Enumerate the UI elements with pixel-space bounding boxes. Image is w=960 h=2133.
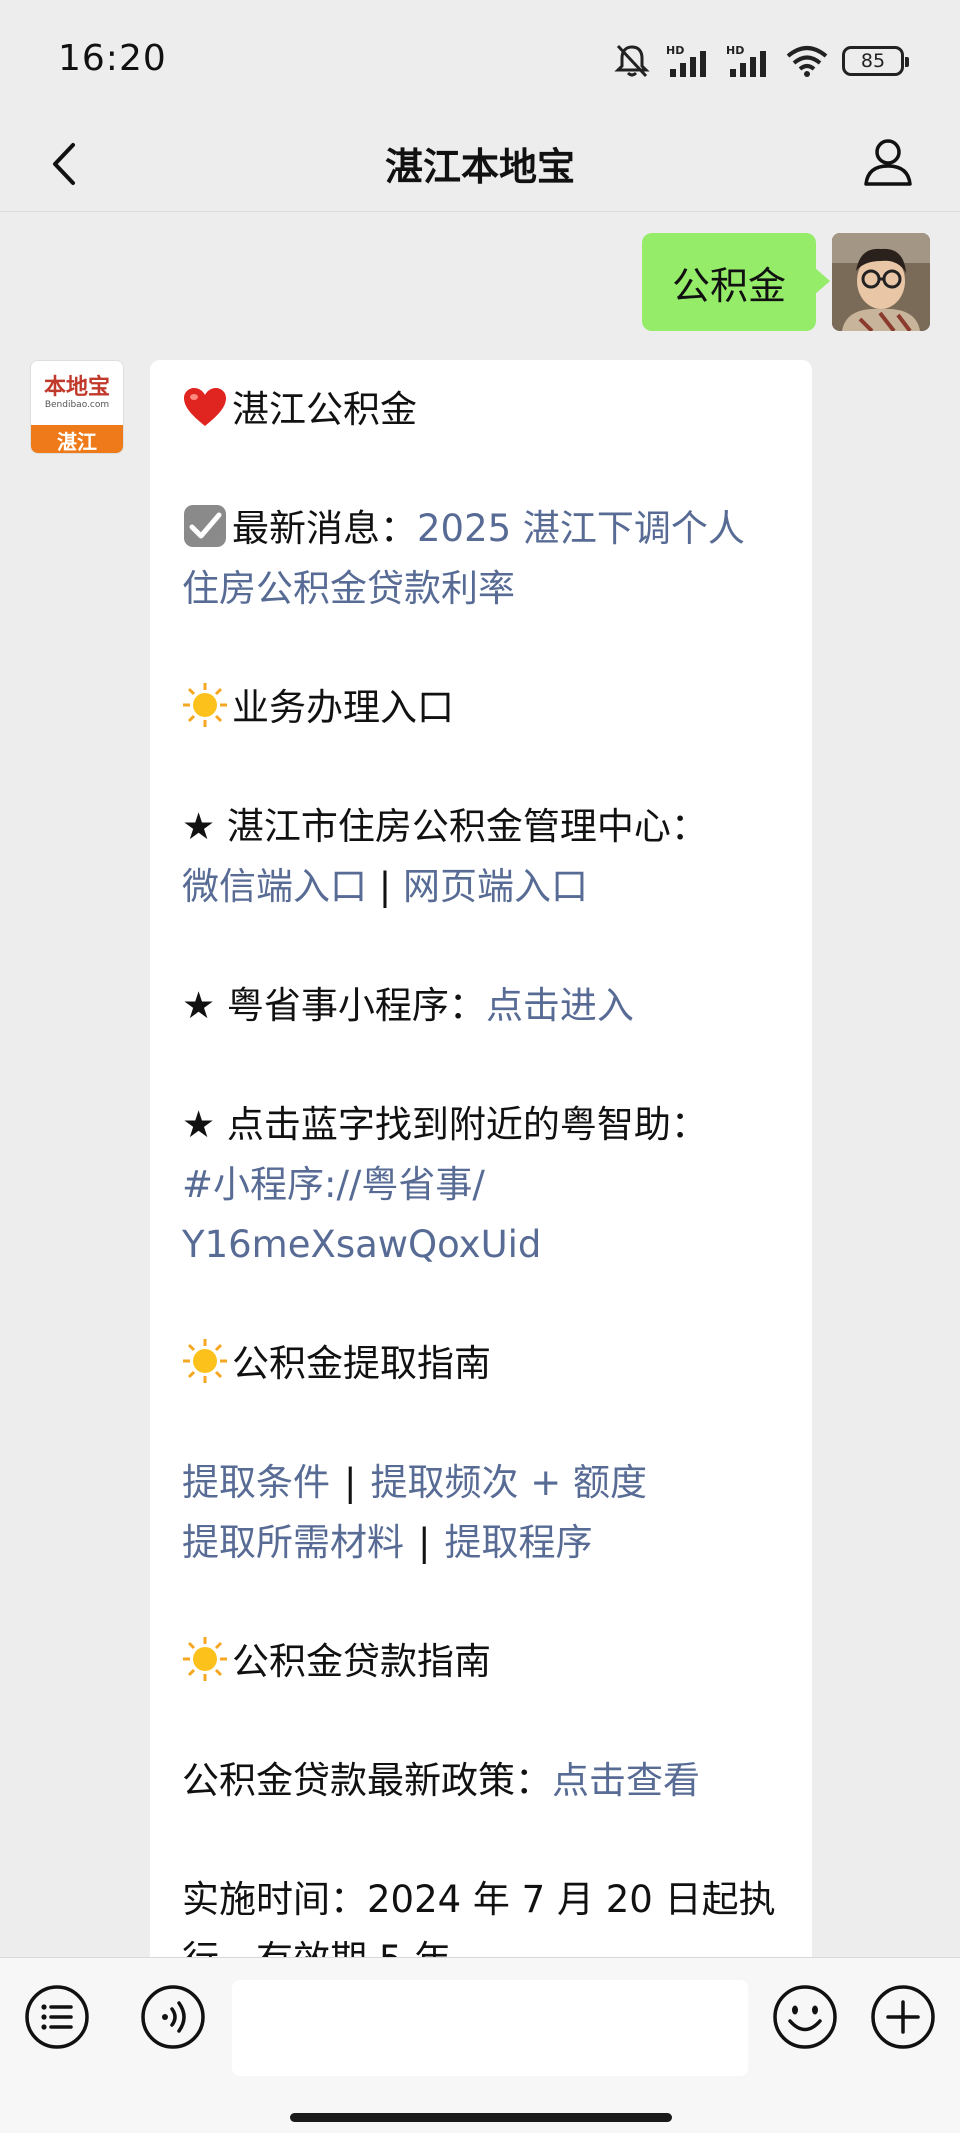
loan-policy-link[interactable]: 点击查看: [552, 1759, 700, 1802]
loan-policy-label: 公积金贷款最新政策：: [182, 1759, 552, 1802]
effective-date-line-1: 实施时间：2024 年 7 月 20 日起执: [182, 1878, 776, 1921]
section-withdraw-text: 公积金提取指南: [232, 1342, 491, 1385]
web-entry-link[interactable]: 网页端入口: [403, 865, 588, 908]
yss-label: ★ 粤省事小程序：: [182, 984, 486, 1027]
user-message-text: 公积金: [671, 263, 786, 308]
input-bar: [0, 1957, 960, 2133]
bot-avatar[interactable]: 本地宝 Bendibao.com 湛江: [30, 360, 124, 454]
check-box-icon: [184, 505, 226, 547]
status-time: 16:20: [58, 38, 167, 79]
voice-icon: [141, 1985, 205, 2049]
home-indicator[interactable]: [290, 2113, 672, 2122]
user-avatar[interactable]: [832, 233, 930, 331]
message-input[interactable]: [232, 1980, 748, 2076]
yss-line: ★ 粤省事小程序：点击进入: [182, 976, 784, 1036]
withdraw-materials-link[interactable]: 提取所需材料: [182, 1521, 404, 1564]
emoji-icon: [773, 1985, 837, 2049]
loan-policy-line: 公积金贷款最新政策：点击查看: [182, 1751, 784, 1811]
center-links-line: 微信端入口 | 网页端入口: [182, 857, 784, 917]
svg-text:HD: HD: [726, 44, 744, 57]
news-line-1: 最新消息：2025 湛江下调个人: [182, 499, 784, 559]
chat-area[interactable]: 公积金 本地宝 Bendibao.com 湛江 湛江公积金 最新消息：2025 …: [0, 213, 960, 1957]
withdraw-frequency-link[interactable]: 提取频次 + 额度: [370, 1461, 647, 1504]
withdraw-conditions-link[interactable]: 提取条件: [182, 1461, 330, 1504]
user-avatar-image: [832, 233, 930, 331]
user-message-bubble[interactable]: 公积金: [641, 233, 831, 331]
mute-bell-icon: [614, 44, 650, 78]
plus-icon: [871, 1985, 935, 2049]
wechat-entry-link[interactable]: 微信端入口: [182, 865, 367, 908]
bot-logo-brand: 本地宝: [43, 374, 110, 400]
user-message-row: 公积金: [641, 233, 930, 331]
page-title: 湛江本地宝: [384, 145, 575, 189]
emoji-button[interactable]: [772, 1984, 838, 2050]
sun-icon: [183, 1339, 227, 1383]
profile-button[interactable]: [856, 130, 920, 194]
battery-icon: 85: [842, 46, 909, 76]
wifi-icon: [786, 46, 828, 77]
withdraw-procedure-link[interactable]: 提取程序: [444, 1521, 592, 1564]
yss-link[interactable]: 点击进入: [486, 984, 634, 1027]
menu-list-icon: [25, 1985, 89, 2049]
svg-text:HD: HD: [666, 44, 684, 57]
more-button[interactable]: [870, 1984, 936, 2050]
bot-logo: 本地宝 Bendibao.com: [31, 361, 123, 425]
section-business-entry: 业务办理入口: [182, 678, 784, 738]
status-bar: 16:20 HD HD 85: [0, 0, 960, 120]
hd-signal-icon: HD: [726, 44, 766, 77]
heart-icon: [184, 388, 226, 426]
battery-level: 85: [860, 50, 886, 72]
section-withdraw: 公积金提取指南: [182, 1334, 784, 1394]
hd-signal-icon: HD: [666, 44, 706, 77]
news-link-continued[interactable]: 住房公积金贷款利率: [182, 559, 784, 619]
divider: |: [418, 1521, 431, 1564]
heading-text: 湛江公积金: [232, 388, 417, 431]
withdraw-links-line-2: 提取所需材料 | 提取程序: [182, 1513, 784, 1573]
news-label: 最新消息：: [232, 507, 417, 550]
bot-message-bubble[interactable]: 湛江公积金 最新消息：2025 湛江下调个人 住房公积金贷款利率 业务办理入口: [150, 360, 812, 1957]
menu-button[interactable]: [24, 1984, 90, 2050]
effective-date-line-2: 行，有效期 5 年。: [182, 1930, 784, 1957]
miniprogram-link[interactable]: #小程序://粤省事/: [182, 1155, 784, 1215]
news-link[interactable]: 2025 湛江下调个人: [417, 507, 745, 550]
divider: |: [378, 865, 392, 908]
section-loan-text: 公积金贷款指南: [232, 1640, 491, 1683]
bot-logo-url: Bendibao.com: [44, 399, 110, 410]
bot-logo-city: 湛江: [31, 425, 123, 453]
heading-line: 湛江公积金: [182, 380, 784, 440]
withdraw-links-line-1: 提取条件 | 提取频次 + 额度: [182, 1453, 784, 1513]
nav-bar: 湛江本地宝: [0, 120, 960, 212]
miniprogram-link-continued[interactable]: Y16meXsawQoxUid: [182, 1215, 784, 1275]
divider: |: [344, 1461, 357, 1504]
person-icon: [864, 139, 912, 186]
section-business-text: 业务办理入口: [232, 686, 454, 729]
voice-button[interactable]: [140, 1984, 206, 2050]
status-icons: HD HD 85: [612, 40, 909, 82]
sun-icon: [183, 683, 227, 727]
nearby-label: ★ 点击蓝字找到附近的粤智助：: [182, 1103, 708, 1146]
sun-icon: [183, 1637, 227, 1681]
section-loan: 公积金贷款指南: [182, 1632, 784, 1692]
center-label: ★ 湛江市住房公积金管理中心：: [182, 805, 708, 848]
